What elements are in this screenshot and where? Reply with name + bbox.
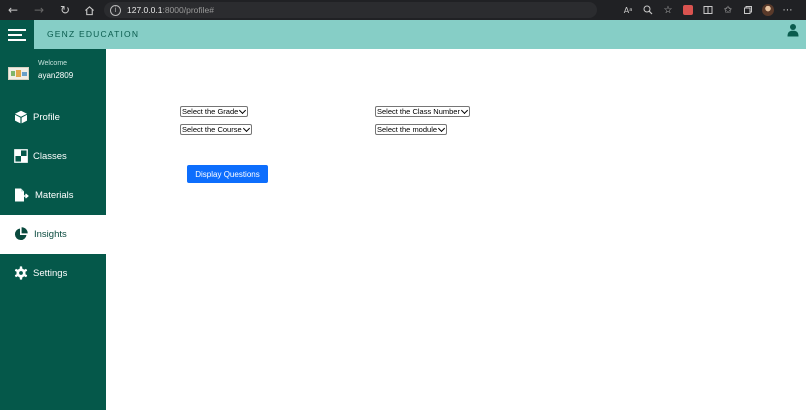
extension-icon[interactable]	[678, 2, 698, 18]
chevron-down-icon	[239, 106, 247, 115]
gear-icon	[14, 266, 28, 280]
hamburger-menu-icon[interactable]	[0, 20, 34, 49]
profile-icon[interactable]	[758, 2, 778, 18]
file-export-icon	[15, 188, 29, 202]
forward-icon[interactable]: →	[30, 1, 48, 19]
username: ayan2809	[38, 71, 74, 80]
sidebar-item-profile[interactable]: Profile	[0, 98, 106, 137]
user-icon[interactable]	[787, 23, 799, 37]
app-header: GENZ EDUCATION	[0, 20, 806, 49]
sidebar-item-label: Profile	[33, 112, 60, 123]
pie-chart-icon	[14, 227, 28, 241]
sidebar-item-materials[interactable]: Materials	[0, 176, 106, 215]
cube-icon	[15, 110, 27, 124]
avatar[interactable]	[8, 67, 29, 80]
url-path: :8000/profile#	[162, 5, 214, 15]
collections-icon[interactable]	[738, 2, 758, 18]
url-host: 127.0.0.1	[127, 5, 163, 15]
sidebar: Welcome ayan2809 Profile Classes Materia…	[0, 49, 106, 410]
sidebar-item-label: Settings	[33, 268, 68, 279]
sidebar-item-label: Insights	[34, 229, 67, 240]
browser-actions: Aa ☆ ✩ ⋯	[618, 2, 798, 18]
module-select-value: Select the module	[377, 125, 438, 134]
sidebar-item-label: Classes	[33, 151, 67, 162]
course-select[interactable]: Select the Course	[180, 124, 252, 135]
module-select[interactable]: Select the module	[375, 124, 448, 135]
sidebar-item-label: Materials	[35, 190, 74, 201]
welcome-label: Welcome	[38, 60, 68, 67]
welcome-block: Welcome ayan2809	[0, 49, 106, 99]
refresh-icon[interactable]: ↻	[56, 1, 74, 19]
grade-select-value: Select the Grade	[182, 107, 239, 116]
zoom-icon[interactable]	[638, 2, 658, 18]
favorite-add-icon[interactable]: ☆	[658, 2, 678, 18]
sidebar-item-settings[interactable]: Settings	[0, 254, 106, 293]
sidebar-item-insights[interactable]: Insights	[0, 215, 106, 254]
browser-toolbar: ← → ↻ i 127.0.0.1:8000/profile# Aa ☆ ✩ ⋯	[0, 0, 806, 20]
chevron-down-icon	[242, 124, 250, 133]
grid-icon	[14, 149, 28, 163]
grade-select[interactable]: Select the Grade	[180, 106, 249, 117]
read-aloud-icon[interactable]: Aa	[618, 2, 638, 18]
chevron-down-icon	[438, 124, 446, 133]
favorites-icon[interactable]: ✩	[718, 2, 738, 18]
sidebar-item-classes[interactable]: Classes	[0, 137, 106, 176]
split-screen-icon[interactable]	[698, 2, 718, 18]
info-icon[interactable]: i	[110, 4, 121, 16]
display-questions-button[interactable]: Display Questions	[187, 165, 268, 183]
more-icon[interactable]: ⋯	[778, 2, 798, 18]
back-icon[interactable]: ←	[4, 1, 22, 19]
brand-title: GENZ EDUCATION	[47, 29, 140, 39]
address-bar[interactable]: i 127.0.0.1:8000/profile#	[104, 2, 597, 18]
chevron-down-icon	[460, 106, 468, 115]
class-number-select[interactable]: Select the Class Number	[375, 106, 470, 117]
class-number-select-value: Select the Class Number	[377, 107, 460, 116]
course-select-value: Select the Course	[182, 125, 242, 134]
main-content: Select the Grade Select the Class Number…	[106, 49, 806, 410]
home-icon[interactable]	[80, 1, 98, 19]
